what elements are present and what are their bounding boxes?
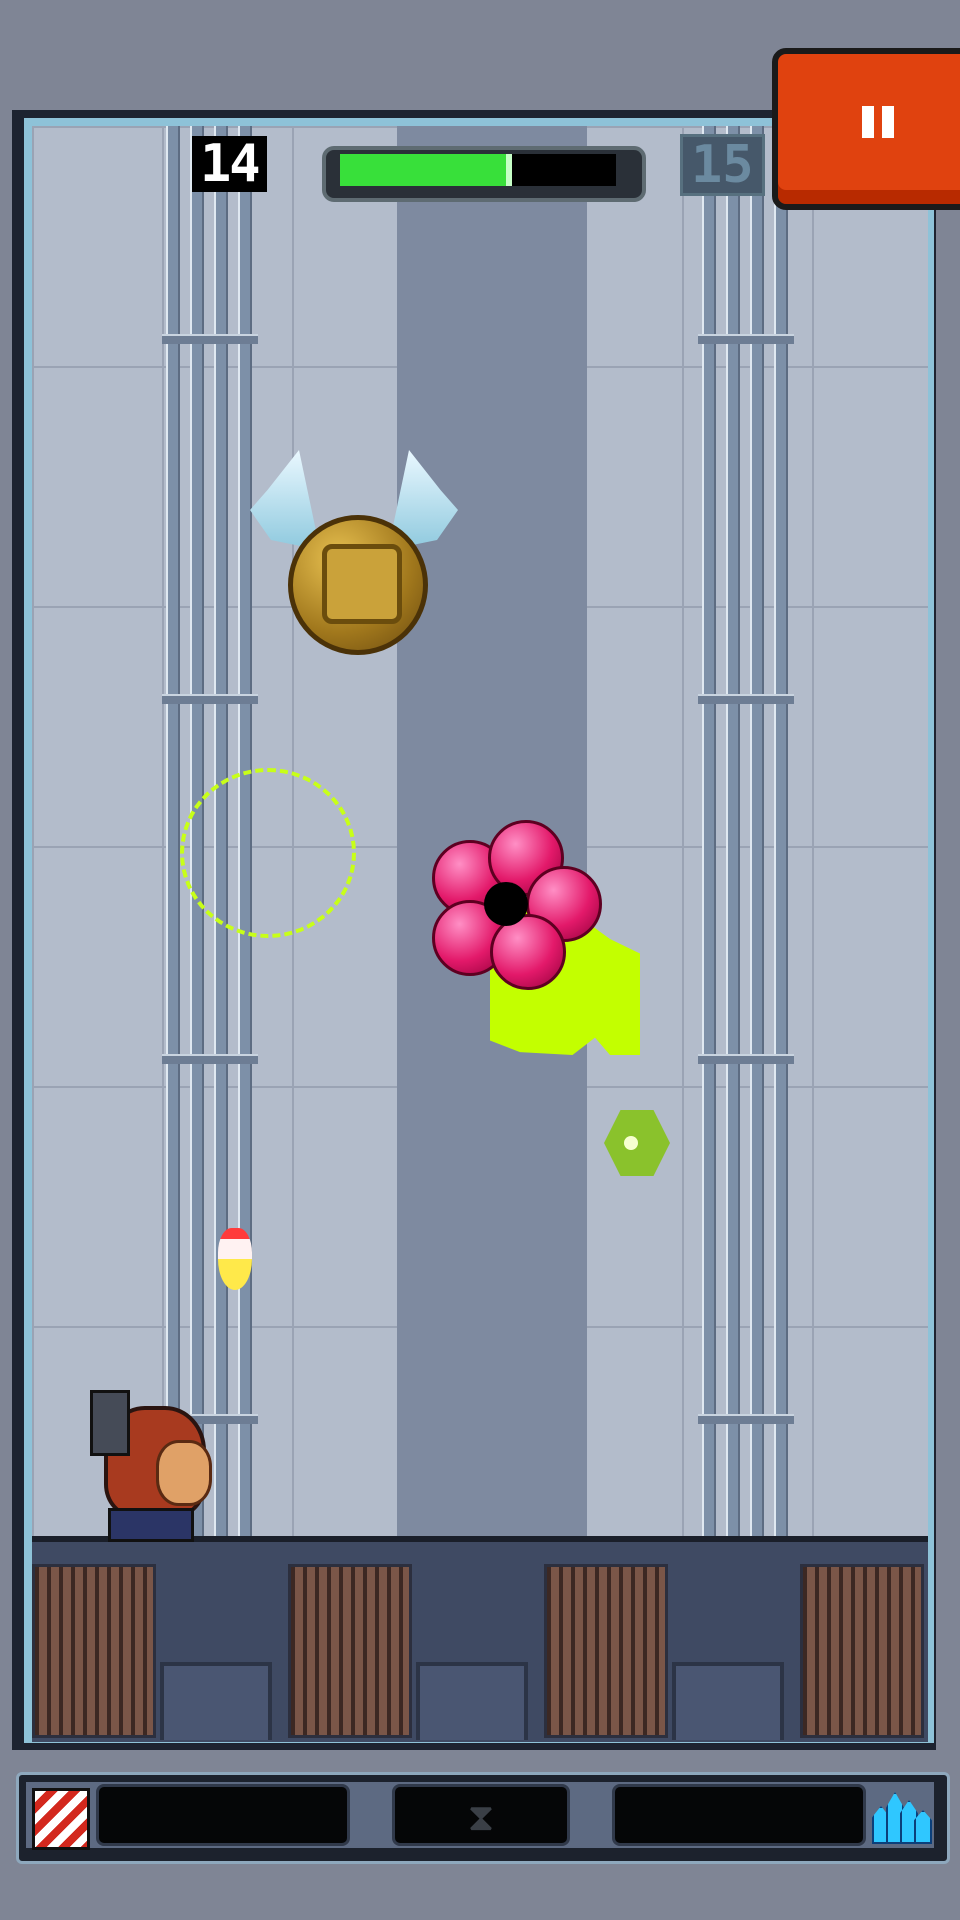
slime-splash-ring	[180, 768, 356, 938]
hourglass-icon: ⧗	[467, 1795, 495, 1839]
pause-icon	[862, 106, 874, 138]
player-face	[156, 1440, 212, 1506]
center-shaft	[397, 126, 587, 1536]
floor-grate	[800, 1564, 924, 1738]
hourglass-icon	[322, 544, 402, 624]
pipe-clamp	[698, 1414, 794, 1424]
floor	[32, 1536, 928, 1742]
pipe-clamp	[698, 334, 794, 344]
cannon-icon	[90, 1390, 130, 1456]
floor-grate	[288, 1564, 412, 1738]
enemy-core	[484, 882, 528, 926]
floor-panel	[416, 1662, 528, 1740]
pipe-clamp	[698, 1054, 794, 1064]
pipe-clamp	[162, 334, 258, 344]
item-slot-left[interactable]	[96, 1784, 350, 1846]
pause-icon	[882, 106, 894, 138]
winged-hourglass-powerup[interactable]	[288, 515, 428, 655]
level-progress-fill	[340, 154, 512, 186]
next-level-indicator: 15	[680, 134, 765, 196]
floor-panel	[160, 1662, 272, 1740]
crystal-icon[interactable]	[870, 1786, 932, 1844]
item-slot-right[interactable]	[612, 1784, 866, 1846]
gem-shine	[624, 1136, 638, 1150]
pause-button[interactable]	[772, 48, 960, 210]
pipe-clamp	[698, 694, 794, 704]
pipe-clamp	[162, 694, 258, 704]
bullet-projectile	[218, 1228, 252, 1290]
current-level-indicator: 14	[192, 136, 267, 192]
player-character	[82, 1390, 212, 1542]
floor-grate	[544, 1564, 668, 1738]
candy-cane-icon[interactable]	[32, 1788, 90, 1850]
pipe-clamp	[162, 1054, 258, 1064]
floor-panel	[672, 1662, 784, 1740]
player-legs	[108, 1508, 194, 1542]
floor-grate	[32, 1564, 156, 1738]
item-slot-center[interactable]: ⧗	[392, 1784, 570, 1846]
